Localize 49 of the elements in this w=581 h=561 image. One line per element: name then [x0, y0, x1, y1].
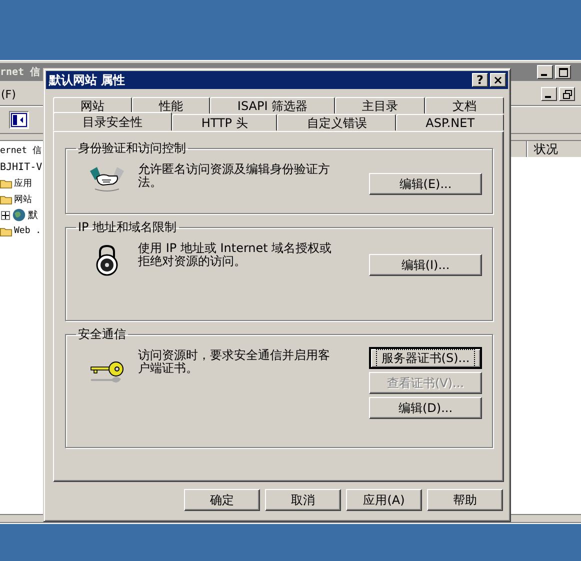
- tab[interactable]: 性能: [132, 97, 210, 114]
- group-title: 身份验证和访问控制: [77, 140, 187, 157]
- action-button[interactable]: 编辑(E)...: [369, 173, 482, 195]
- tree-root-label: ernet 信: [0, 144, 42, 158]
- tree-item[interactable]: BJHIT-V: [0, 162, 42, 172]
- group-description: 访问资源时，要求安全通信并启用客户端证书。: [138, 347, 331, 375]
- expand-toggle[interactable]: [1, 210, 10, 220]
- tab[interactable]: ASP.NET: [396, 114, 504, 131]
- tree-item[interactable]: 默: [28, 208, 38, 222]
- folder-icon: [0, 178, 12, 188]
- window-title: rnet 信: [0, 66, 40, 79]
- dialog-title: 默认网站 属性: [48, 72, 126, 88]
- tab[interactable]: HTTP 头: [172, 114, 278, 131]
- tab[interactable]: 主目录: [334, 97, 426, 114]
- tab[interactable]: ISAPI 筛选器: [210, 97, 335, 114]
- tree-item[interactable]: Web .: [14, 226, 42, 236]
- panel-toggle-icon: [11, 113, 27, 127]
- globe-icon: [12, 208, 26, 222]
- plus-icon: [2, 212, 9, 218]
- tab[interactable]: 文档: [425, 97, 504, 114]
- restore-button[interactable]: [559, 87, 575, 101]
- toolbar-button[interactable]: [9, 111, 29, 129]
- minimize-button[interactable]: [541, 87, 557, 101]
- group-title: 安全通信: [77, 326, 127, 343]
- maximize-icon: [558, 68, 568, 76]
- minimize-button[interactable]: [537, 65, 553, 79]
- action-button[interactable]: 编辑(I)...: [369, 254, 482, 276]
- dialog-button[interactable]: 帮助: [427, 489, 503, 511]
- menu-item[interactable]: (F): [0, 88, 16, 100]
- dialog-button[interactable]: 确定: [184, 489, 260, 511]
- restore-icon: [562, 90, 572, 98]
- tab[interactable]: 目录安全性: [53, 112, 172, 131]
- group-description: 使用 IP 地址或 Internet 域名授权或拒绝对资源的访问。: [138, 240, 333, 268]
- padlock-icon: [95, 244, 119, 276]
- action-button[interactable]: 编辑(D)...: [369, 397, 482, 419]
- close-button[interactable]: ×: [490, 73, 506, 87]
- dialog-button[interactable]: 应用(A): [346, 489, 422, 511]
- tab[interactable]: 自定义错误: [277, 114, 396, 131]
- action-button[interactable]: 服务器证书(S)...: [369, 347, 482, 369]
- column-header[interactable]: 状况: [527, 141, 581, 157]
- tree-item[interactable]: 网站: [14, 192, 32, 206]
- help-button[interactable]: ?: [472, 73, 488, 87]
- folder-icon: [0, 226, 12, 236]
- dialog-button[interactable]: 取消: [265, 489, 341, 511]
- tree-item[interactable]: 应用: [14, 176, 32, 190]
- maximize-button[interactable]: [555, 65, 571, 79]
- group-description: 允许匿名访问资源及编辑身份验证方法。: [138, 161, 331, 189]
- group-title: IP 地址和域名限制: [77, 219, 178, 236]
- folder-icon: [0, 194, 12, 204]
